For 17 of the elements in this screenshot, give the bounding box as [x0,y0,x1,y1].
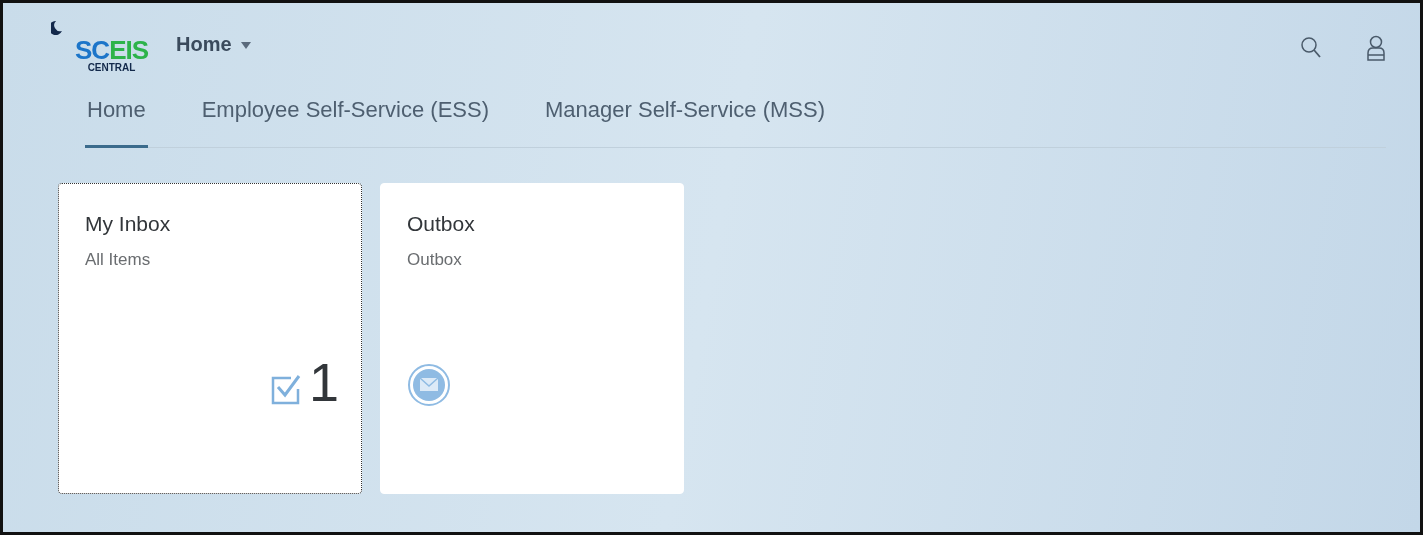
home-menu-button[interactable]: Home [176,33,252,56]
moon-icon [51,21,63,35]
item-count: 1 [308,357,339,407]
user-icon[interactable] [1366,35,1386,61]
tab[interactable]: Home [85,85,148,148]
tile[interactable]: Outbox Outbox [380,183,684,494]
envelope-icon [407,363,451,407]
search-icon[interactable] [1300,35,1322,59]
tab[interactable]: Employee Self-Service (ESS) [199,85,491,148]
tab[interactable]: Manager Self-Service (MSS) [543,85,827,148]
caret-icon [241,41,252,50]
tile-subtitle: All Items [84,249,152,270]
tile-title: Outbox [406,211,476,236]
tile[interactable]: My Inbox All Items 1 [58,183,362,494]
logo[interactable]: SCEIS CENTRAL [75,37,149,73]
tile-subtitle: Outbox [406,249,463,270]
tile-title: My Inbox [84,211,172,236]
